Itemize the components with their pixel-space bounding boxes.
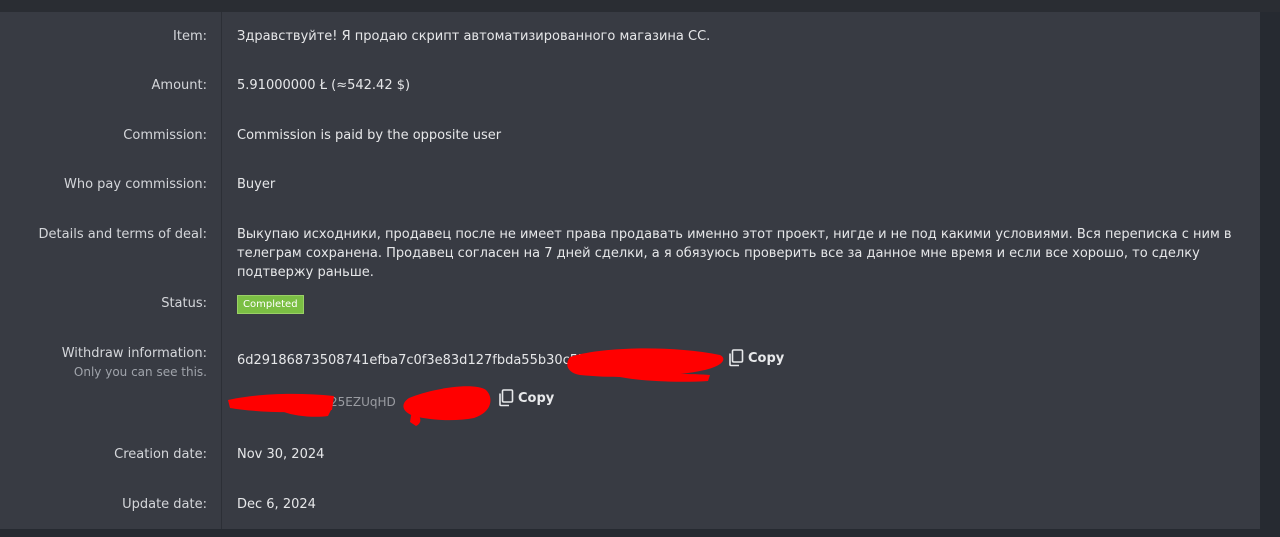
status-badge: Completed [237, 295, 304, 314]
commission-label: Commission: [123, 128, 207, 143]
update-date-value: Dec 6, 2024 [237, 497, 316, 512]
copy-hash-label: Copy [748, 350, 785, 366]
top-strip [0, 0, 1280, 12]
creation-date-label: Creation date: [114, 447, 207, 462]
item-label: Item: [173, 29, 207, 44]
deal-details-panel: Item: Здравствуйте! Я продаю скрипт авто… [0, 12, 1260, 529]
status-label: Status: [161, 296, 207, 311]
withdraw-label: Withdraw information: [61, 346, 207, 361]
copy-address-label: Copy [518, 390, 555, 406]
who-pay-commission-label: Who pay commission: [64, 177, 207, 192]
copy-address-button[interactable]: Copy [498, 389, 554, 407]
copy-icon [499, 389, 514, 407]
column-divider [221, 12, 222, 529]
terms-label: Details and terms of deal: [38, 227, 207, 242]
copy-hash-button[interactable]: Copy [728, 349, 784, 367]
withdraw-sublabel: Only you can see this. [73, 365, 207, 379]
withdraw-hash[interactable]: 6d29186873508741efba7c0f3e83d127fbda55b3… [237, 351, 586, 371]
commission-value: Commission is paid by the opposite user [237, 128, 502, 143]
status-value-wrapper: Completed [237, 294, 304, 314]
terms-value: Выкупаю исходники, продавец после не име… [237, 227, 1232, 280]
withdraw-address[interactable]: 25EZUqHD [330, 392, 396, 412]
copy-icon [729, 349, 744, 367]
update-date-label: Update date: [122, 497, 207, 512]
amount-value: 5.91000000 Ł (≈542.42 $) [237, 78, 411, 93]
amount-label: Amount: [151, 78, 207, 93]
item-value: Здравствуйте! Я продаю скрипт автоматизи… [237, 29, 711, 44]
who-pay-commission-value: Buyer [237, 177, 276, 192]
creation-date-value: Nov 30, 2024 [237, 447, 325, 462]
withdraw-label-group: Withdraw information: Only you can see t… [62, 344, 207, 382]
